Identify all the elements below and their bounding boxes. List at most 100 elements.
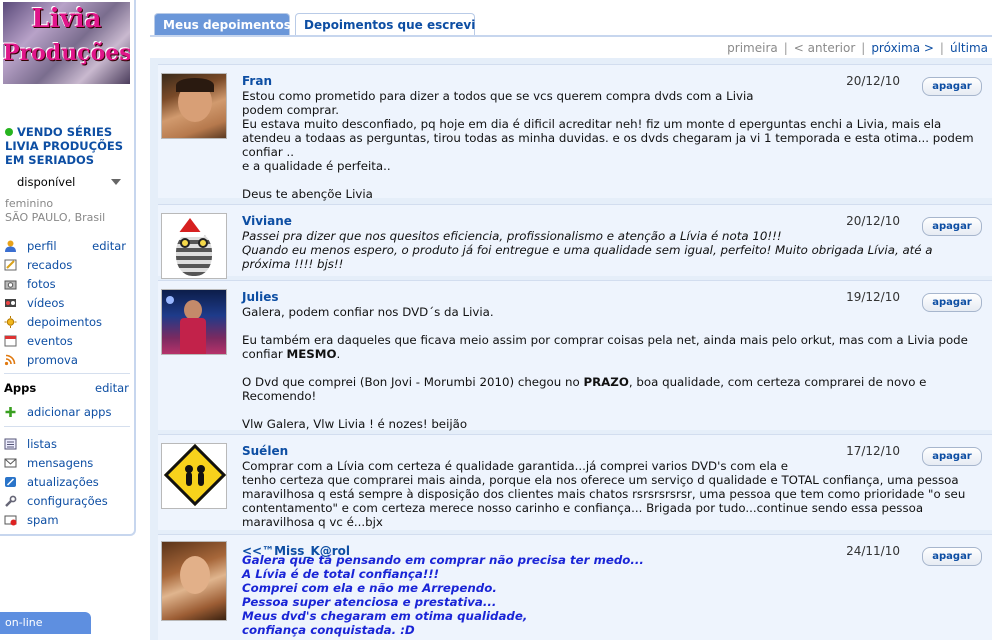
- sidebar-item-perfil[interactable]: perfil editar: [4, 237, 130, 255]
- text-line: Meus dvd's chegaram em otima qualidade,: [242, 609, 528, 623]
- online-status-icon: [5, 128, 13, 136]
- sidebar-item-fotos[interactable]: fotos: [4, 275, 130, 293]
- sidebar-item-label: spam: [27, 513, 59, 527]
- scrapbook-icon: [4, 259, 17, 271]
- testimonial-date: 20/12/10: [846, 214, 900, 228]
- sidebar-item-label: mensagens: [27, 456, 94, 470]
- film-icon: [5, 299, 16, 307]
- testimonial-text: Galera que tá pensando em comprar não pr…: [242, 553, 982, 637]
- tab-meus-depoimentos[interactable]: Meus depoimentos: [154, 13, 291, 36]
- testimonial-item: <<™Miss_K@rol 24/11/10 apagar Galera que…: [158, 534, 992, 640]
- logo-line-2: Produções: [3, 40, 130, 66]
- profile-gender: feminino: [5, 197, 54, 210]
- tab-underline: [150, 35, 992, 37]
- profile-name[interactable]: VENDO SÉRIES LIVIA PRODUÇÕES EM SERIADOS: [5, 125, 131, 167]
- sidebar-item-label: recados: [27, 258, 73, 272]
- sidebar-item-configuracoes[interactable]: configurações: [4, 492, 130, 510]
- author-name[interactable]: Suélen: [242, 444, 288, 458]
- pager-prev: < anterior: [793, 41, 856, 55]
- chevron-down-icon[interactable]: [111, 179, 121, 185]
- user-icon: [5, 240, 16, 252]
- author-name[interactable]: Viviane: [242, 214, 292, 228]
- sidebar-item-videos[interactable]: vídeos: [4, 294, 130, 312]
- sidebar-item-recados[interactable]: recados: [4, 256, 130, 274]
- profile-name-text: VENDO SÉRIES LIVIA PRODUÇÕES EM SERIADOS: [5, 125, 123, 167]
- text-line: Estou como prometido para dizer a todos …: [242, 89, 754, 103]
- text-span: .: [336, 347, 341, 361]
- sidebar-item-label: atualizações: [27, 475, 99, 489]
- divider: [4, 426, 130, 427]
- online-chat-bar[interactable]: on-line: [0, 612, 91, 634]
- sidebar-item-label: promova: [27, 353, 78, 367]
- testimonial-date: 20/12/10: [846, 74, 900, 88]
- status-selector[interactable]: disponível: [17, 175, 75, 189]
- testimonial-item: Julies 19/12/10 apagar Galera, podem con…: [158, 280, 992, 431]
- text-line: confiança conquistada. :D: [242, 623, 415, 637]
- text-span: Eu também era daqueles que ficava meio a…: [242, 333, 972, 361]
- text-line: Eu também era daqueles que ficava meio a…: [242, 333, 982, 361]
- tab-depoimentos-que-escrevi[interactable]: Depoimentos que escrevi: [295, 13, 475, 36]
- testimonial-item: Suélen 17/12/10 apagar Comprar com a Lív…: [158, 434, 992, 530]
- sidebar-item-spam[interactable]: spam: [4, 511, 130, 529]
- text-line: Eu estava muito desconfiado, pq hoje em …: [242, 117, 978, 159]
- sidebar-item-promova[interactable]: promova: [4, 351, 130, 369]
- pagination: primeira | < anterior | próxima > | última: [727, 41, 988, 55]
- profile-photo[interactable]: Livia Produções: [3, 2, 130, 84]
- edit-profile-link[interactable]: editar: [92, 237, 126, 255]
- apps-title: Apps: [4, 381, 37, 395]
- sidebar-item-label: eventos: [27, 334, 73, 348]
- camera-icon: [4, 280, 17, 290]
- testimonial-text: Galera, podem confiar nos DVD´s da Livia…: [242, 305, 982, 431]
- sidebar-item-label: fotos: [27, 277, 56, 291]
- testimonial-text: Comprar com a Lívia com certeza é qualid…: [242, 459, 982, 529]
- sidebar-item-listas[interactable]: listas: [4, 435, 130, 453]
- author-name[interactable]: Fran: [242, 74, 272, 88]
- text-line: A Lívia é de total confiança!!!: [242, 567, 439, 581]
- text-line: Passei pra dizer que nos quesitos eficie…: [242, 229, 782, 243]
- sidebar-item-atualizacoes[interactable]: atualizações: [4, 473, 130, 491]
- sidebar-item-mensagens[interactable]: mensagens: [4, 454, 130, 472]
- sidebar-item-eventos[interactable]: eventos: [4, 332, 130, 350]
- sidebar-item-label: adicionar apps: [27, 405, 112, 419]
- testimonial-date: 19/12/10: [846, 290, 900, 304]
- avatar[interactable]: [161, 213, 227, 279]
- author-name[interactable]: Julies: [242, 290, 279, 304]
- avatar[interactable]: [161, 443, 227, 509]
- sidebar-item-label: configurações: [27, 494, 108, 508]
- pager-separator: |: [861, 41, 866, 55]
- edit-apps-link[interactable]: editar: [95, 381, 129, 395]
- sidebar-item-label: depoimentos: [27, 315, 103, 329]
- text-line: podem comprar.: [242, 103, 339, 117]
- pager-last[interactable]: última: [950, 41, 988, 55]
- text-line: Vlw Galera, Vlw Livia ! é nozes! beijão: [242, 417, 468, 431]
- pager-separator: |: [939, 41, 944, 55]
- avatar[interactable]: [161, 289, 227, 355]
- bold-span: PRAZO: [583, 375, 629, 389]
- text-line: Quando eu menos espero, o produto já foi…: [242, 243, 937, 271]
- avatar[interactable]: [161, 541, 227, 621]
- text-line: Deus te abençõe Livia: [242, 187, 373, 201]
- feed-icon: [5, 477, 16, 487]
- broadcast-icon: [4, 354, 16, 366]
- pager-next[interactable]: próxima >: [871, 41, 934, 55]
- text-line: e a qualidade é perfeita..: [242, 159, 391, 173]
- plus-icon: [5, 407, 16, 417]
- avatar[interactable]: [161, 73, 227, 139]
- profile-location: SÃO PAULO, Brasil: [5, 211, 106, 224]
- testimonial-text: Passei pra dizer que nos quesitos eficie…: [242, 229, 982, 271]
- bold-span: MESMO: [286, 347, 337, 361]
- text-line: Comprei com ela e não me Arrependo.: [242, 581, 497, 595]
- text-line: O Dvd que comprei (Bon Jovi - Morumbi 20…: [242, 375, 982, 403]
- text-line: Galera, podem confiar nos DVD´s da Livia…: [242, 305, 494, 319]
- testimonial-item: Viviane 20/12/10 apagar Passei pra dizer…: [158, 204, 992, 279]
- sidebar-item-depoimentos[interactable]: depoimentos: [4, 313, 130, 331]
- sidebar-item-add-apps[interactable]: adicionar apps: [4, 403, 130, 421]
- spam-icon: [4, 515, 17, 526]
- divider: [4, 373, 130, 374]
- envelope-icon: [4, 458, 17, 468]
- text-span: O Dvd que comprei (Bon Jovi - Morumbi 20…: [242, 375, 584, 389]
- testimonial-text: Estou como prometido para dizer a todos …: [242, 89, 982, 201]
- text-line: Galera que tá pensando em comprar não pr…: [242, 553, 644, 567]
- sidebar-item-label: listas: [27, 437, 57, 451]
- sidebar-item-label: vídeos: [27, 296, 65, 310]
